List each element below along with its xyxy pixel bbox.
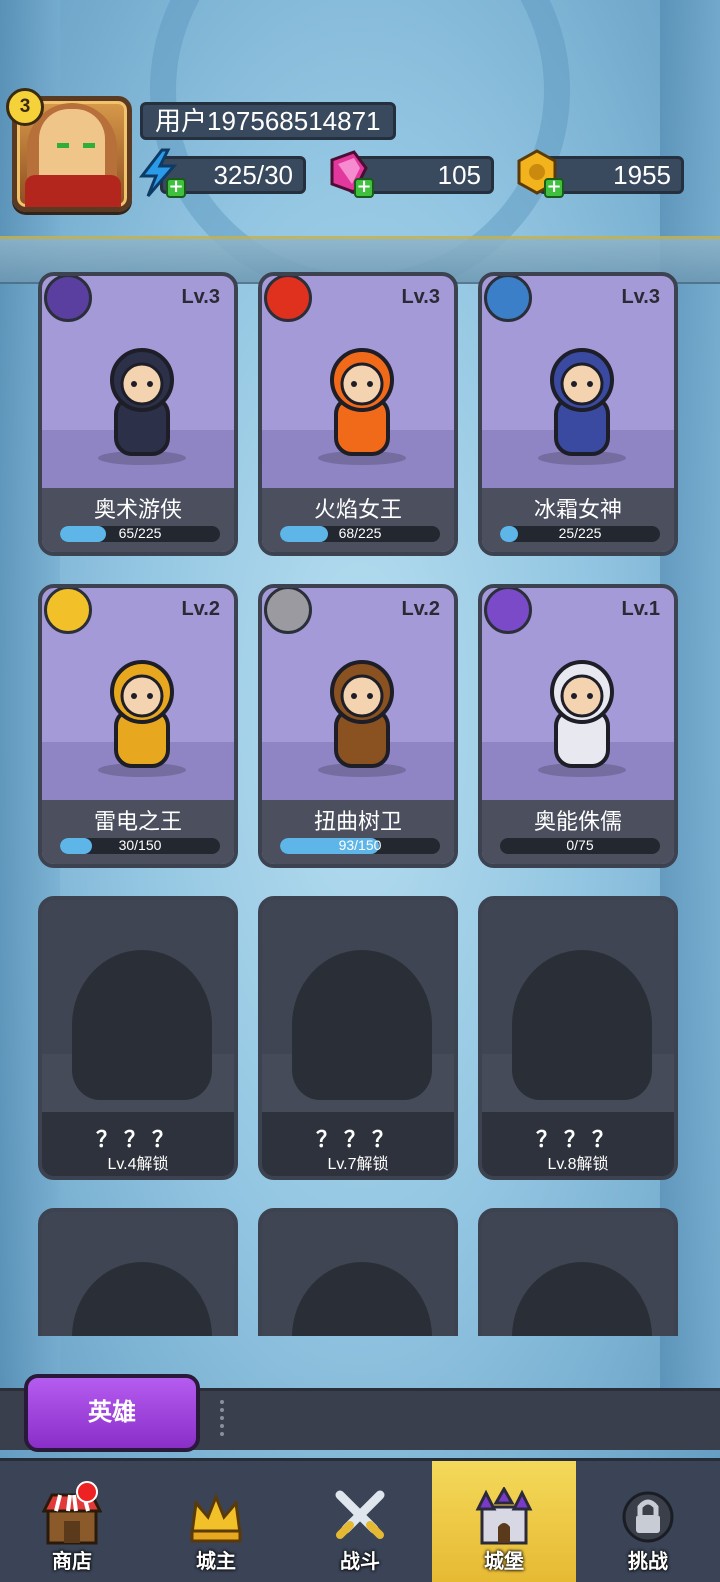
hero-portrait: [522, 648, 642, 778]
energy-icon[interactable]: +: [136, 148, 186, 198]
hero-name: 扭曲树卫: [313, 809, 402, 834]
hero-level: Lv.3: [621, 286, 660, 308]
locked-hero-card[interactable]: [478, 1208, 678, 1336]
hero-progress-text: 68/225: [338, 526, 382, 541]
element-icon: [264, 588, 312, 634]
element-icon: [44, 276, 92, 322]
hero-progress-bar: 68/225: [280, 526, 440, 542]
hero-name: 冰霜女神: [533, 497, 622, 522]
hero-level: Lv.1: [621, 598, 660, 620]
add-gold-icon[interactable]: +: [544, 178, 564, 198]
hero-level: Lv.3: [181, 286, 220, 308]
locked-hero-card[interactable]: ？？？ Lv.8解锁: [478, 896, 678, 1180]
hero-portrait: [82, 648, 202, 778]
locked-hero-card[interactable]: [38, 1208, 238, 1336]
hero-name: 奥术游侠: [93, 497, 182, 522]
hero-silhouette: [72, 1262, 212, 1336]
unlock-requirement: Lv.7解锁: [327, 1156, 389, 1173]
player-level-badge: 3: [6, 88, 44, 126]
locked-hero-card[interactable]: ？？？ Lv.7解锁: [258, 896, 458, 1180]
unlock-requirement: Lv.4解锁: [107, 1156, 169, 1173]
nav-label: 城主: [196, 1551, 236, 1573]
add-gems-icon[interactable]: +: [354, 178, 374, 198]
hero-card[interactable]: Lv.1 奥能侏儒 0/75: [478, 584, 678, 868]
element-icon: [484, 276, 532, 322]
add-energy-icon[interactable]: +: [166, 178, 186, 198]
hero-silhouette: [512, 1262, 652, 1336]
nav-shop[interactable]: 商店: [0, 1461, 144, 1582]
hero-progress-bar: 65/225: [60, 526, 220, 542]
notification-dot: [76, 1481, 98, 1503]
hero-progress-bar: 25/225: [500, 526, 660, 542]
hero-card[interactable]: Lv.2 扭曲树卫 93/150: [258, 584, 458, 868]
hero-progress-text: 0/75: [566, 838, 594, 853]
hero-portrait: [82, 336, 202, 466]
hero-progress-bar: 93/150: [280, 838, 440, 854]
element-icon: [484, 588, 532, 634]
hero-progress-text: 25/225: [558, 526, 602, 541]
hero-portrait: [302, 648, 422, 778]
hero-level: Lv.3: [401, 286, 440, 308]
hero-card[interactable]: Lv.2 雷电之王 30/150: [38, 584, 238, 868]
hero-silhouette: [292, 950, 432, 1100]
nav-challenge[interactable]: 挑战: [576, 1461, 720, 1582]
hero-silhouette: [72, 950, 212, 1100]
hero-level: Lv.2: [401, 598, 440, 620]
heroes-tab[interactable]: 英雄: [24, 1374, 200, 1452]
gold-coin-icon[interactable]: +: [514, 148, 564, 198]
bottom-nav: 商店 城主 战斗 城堡 挑战: [0, 1458, 720, 1582]
hero-card[interactable]: Lv.3 冰霜女神 25/225: [478, 272, 678, 556]
locked-hero-card[interactable]: ？？？ Lv.4解锁: [38, 896, 238, 1180]
hero-card[interactable]: Lv.3 奥术游侠 65/225: [38, 272, 238, 556]
hero-name: 奥能侏儒: [533, 809, 622, 834]
element-icon: [264, 276, 312, 322]
username: 用户197568514871: [140, 102, 396, 140]
hero-portrait: [302, 336, 422, 466]
hero-progress-bar: 30/150: [60, 838, 220, 854]
hero-card[interactable]: Lv.3 火焰女王 68/225: [258, 272, 458, 556]
hero-progress-text: 93/150: [338, 838, 382, 853]
hero-progress-text: 30/150: [118, 838, 162, 853]
crossed-swords-icon: [330, 1487, 390, 1547]
nav-label: 商店: [52, 1551, 92, 1573]
hero-portrait: [522, 336, 642, 466]
nav-castle[interactable]: 城堡: [432, 1461, 576, 1582]
hero-silhouette: [292, 1262, 432, 1336]
nav-lord[interactable]: 城主: [144, 1461, 288, 1582]
element-icon: [44, 588, 92, 634]
locked-hero-card[interactable]: [258, 1208, 458, 1336]
crown-icon: [186, 1487, 246, 1547]
locked-challenge-icon: [618, 1487, 678, 1547]
hero-level: Lv.2: [181, 598, 220, 620]
nav-label: 战斗: [340, 1551, 380, 1573]
hero-progress-text: 65/225: [118, 526, 162, 541]
hero-name: 雷电之王: [93, 809, 182, 834]
unlock-requirement: Lv.8解锁: [547, 1156, 609, 1173]
hero-name: 火焰女王: [313, 497, 402, 522]
nav-label: 挑战: [628, 1551, 668, 1573]
hero-grid[interactable]: Lv.3 奥术游侠 65/225 Lv.3 火焰女王 68/225 Lv.3 冰…: [38, 272, 682, 1336]
hero-silhouette: [512, 950, 652, 1100]
castle-icon: [474, 1485, 534, 1547]
tab-separator: [220, 1400, 224, 1436]
nav-label: 城堡: [484, 1551, 524, 1573]
hero-progress-bar: 0/75: [500, 838, 660, 854]
nav-battle[interactable]: 战斗: [288, 1461, 432, 1582]
gem-icon[interactable]: +: [324, 148, 374, 198]
